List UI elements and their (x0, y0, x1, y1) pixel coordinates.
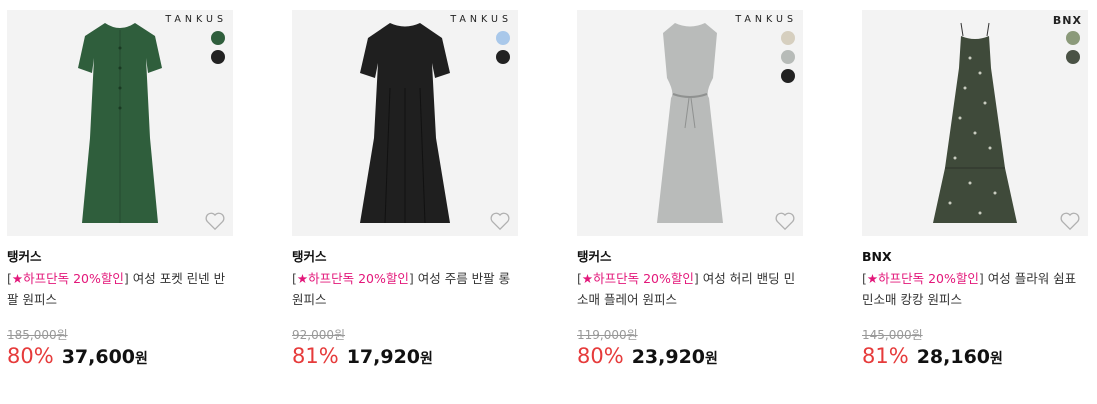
sale-price: 28,160 (916, 346, 991, 368)
promo-label: ★하프단독 20%할인 (296, 271, 409, 286)
color-swatch[interactable] (211, 31, 225, 45)
color-swatches-4 (1066, 31, 1080, 64)
promo-label: ★하프단독 20%할인 (866, 271, 979, 286)
product-info-2: 탱커스 [★하프단독 20%할인] 여성 주름 반팔 롱 원피스 92,000원… (292, 248, 518, 368)
sale-price: 17,920 (346, 346, 421, 368)
promo-label: ★하프단독 20%할인 (11, 271, 124, 286)
color-swatch[interactable] (496, 50, 510, 64)
brand-name[interactable]: 탱커스 (577, 248, 803, 266)
product-card-3[interactable]: TANKUS 탱커스 [★하프단독 20%할인] 여성 허리 밴딩 민소매 플레… (577, 0, 803, 368)
promo-label: ★하프단독 20%할인 (581, 271, 694, 286)
original-price: 119,000원 (577, 328, 638, 342)
dress-image-icon (933, 22, 1017, 223)
original-price: 92,000원 (292, 328, 346, 342)
brand-name[interactable]: 탱커스 (292, 248, 518, 266)
currency-unit: 원 (420, 351, 433, 367)
heart-outline-icon[interactable] (204, 211, 226, 231)
brand-name[interactable]: BNX (862, 248, 1088, 266)
product-title[interactable]: [★하프단독 20%할인] 여성 플라워 쉼표 민소매 캉캉 원피스 (862, 268, 1088, 310)
brand-logo-1: TANKUS (165, 14, 227, 25)
discount-rate: 81% (862, 344, 909, 368)
price-row: 80% 23,920원 (577, 344, 718, 368)
heart-outline-icon[interactable] (1059, 211, 1081, 231)
color-swatch[interactable] (781, 31, 795, 45)
color-swatches-1 (211, 31, 225, 64)
product-card-4[interactable]: BNX BNX [★하프단독 20%할인] 여성 플라워 쉼표 민소매 캉캉 원… (862, 0, 1088, 368)
dress-image-icon (78, 23, 162, 223)
product-title[interactable]: [★하프단독 20%할인] 여성 허리 밴딩 민소매 플레어 원피스 (577, 268, 803, 310)
product-info-3: 탱커스 [★하프단독 20%할인] 여성 허리 밴딩 민소매 플레어 원피스 1… (577, 248, 803, 368)
sale-price: 37,600 (61, 346, 136, 368)
dress-image-icon (657, 23, 723, 223)
discount-rate: 80% (577, 344, 624, 368)
currency-unit: 원 (705, 351, 718, 367)
price-row: 80% 37,600원 (7, 344, 148, 368)
heart-outline-icon[interactable] (774, 211, 796, 231)
heart-outline-icon[interactable] (489, 211, 511, 231)
discount-rate: 80% (7, 344, 54, 368)
original-price: 185,000원 (7, 328, 68, 342)
product-image-3[interactable]: TANKUS (577, 10, 803, 236)
color-swatch[interactable] (1066, 31, 1080, 45)
currency-unit: 원 (135, 351, 148, 367)
product-info-1: 탱커스 [★하프단독 20%할인] 여성 포켓 린넨 반팔 원피스 185,00… (7, 248, 233, 368)
color-swatch[interactable] (211, 50, 225, 64)
product-info-4: BNX [★하프단독 20%할인] 여성 플라워 쉼표 민소매 캉캉 원피스 1… (862, 248, 1088, 368)
product-title[interactable]: [★하프단독 20%할인] 여성 포켓 린넨 반팔 원피스 (7, 268, 233, 310)
product-image-4[interactable]: BNX (862, 10, 1088, 236)
discount-rate: 81% (292, 344, 339, 368)
price-row: 81% 28,160원 (862, 344, 1003, 368)
currency-unit: 원 (990, 351, 1003, 367)
color-swatches-3 (781, 31, 795, 83)
color-swatch[interactable] (781, 69, 795, 83)
product-card-2[interactable]: TANKUS 탱커스 [★하프단독 20%할인] 여성 주름 반팔 롱 원피스 … (292, 0, 518, 368)
color-swatches-2 (496, 31, 510, 64)
dress-image-icon (360, 23, 450, 224)
product-title[interactable]: [★하프단독 20%할인] 여성 주름 반팔 롱 원피스 (292, 268, 518, 310)
color-swatch[interactable] (496, 31, 510, 45)
color-swatch[interactable] (1066, 50, 1080, 64)
sale-price: 23,920 (631, 346, 706, 368)
brand-logo-3: TANKUS (735, 14, 797, 25)
color-swatch[interactable] (781, 50, 795, 64)
price-row: 81% 17,920원 (292, 344, 433, 368)
original-price: 145,000원 (862, 328, 923, 342)
product-image-2[interactable]: TANKUS (292, 10, 518, 236)
brand-name[interactable]: 탱커스 (7, 248, 233, 266)
product-card-1[interactable]: TANKUS 탱커스 [★하프단독 20%할인] 여성 포켓 린넨 반팔 원피스… (7, 0, 233, 368)
product-image-1[interactable]: TANKUS (7, 10, 233, 236)
brand-logo-4: BNX (1052, 14, 1082, 27)
